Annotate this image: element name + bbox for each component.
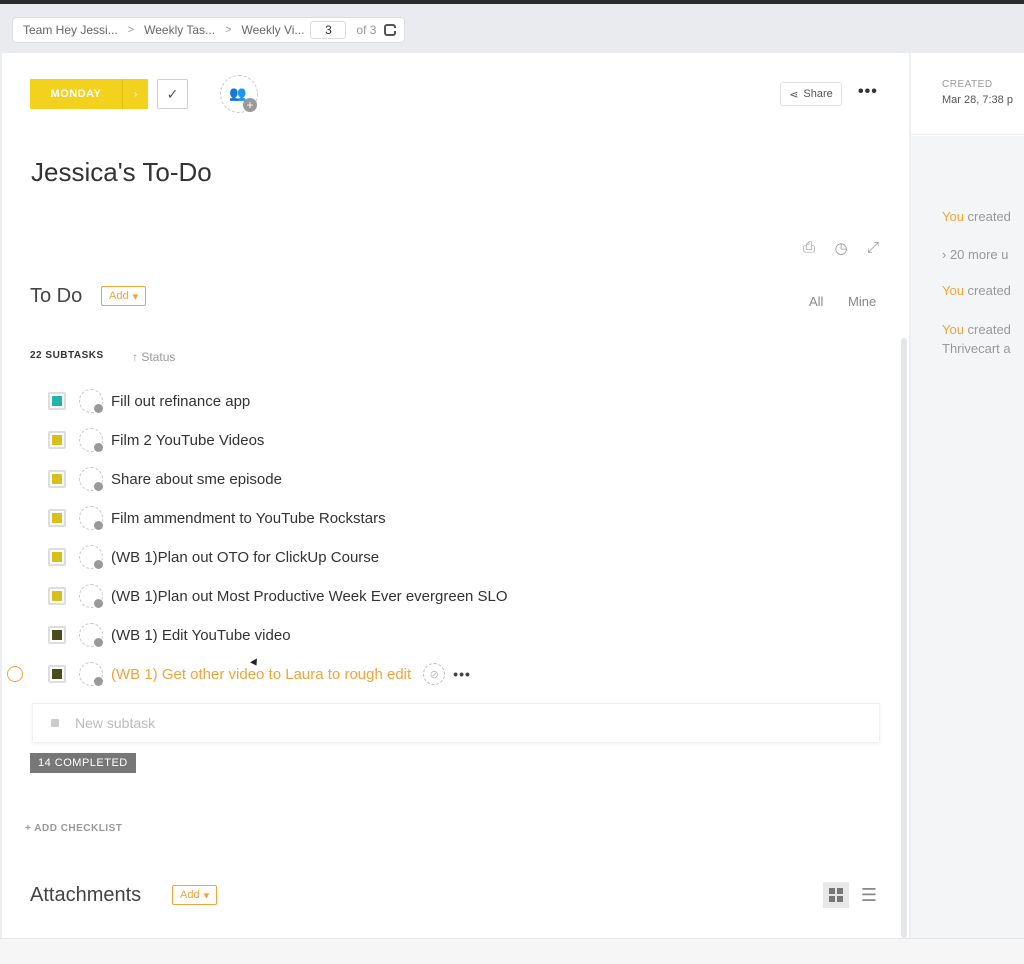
assignee-avatar-icon[interactable] xyxy=(79,389,103,413)
status-square-icon[interactable] xyxy=(48,509,66,527)
assignee-avatar-icon[interactable] xyxy=(79,584,103,608)
section-title: To Do xyxy=(30,285,83,307)
subtask-row[interactable]: Share about sme episode xyxy=(48,466,282,492)
attachments-title: Attachments xyxy=(30,884,142,906)
more-options-icon[interactable]: ••• xyxy=(858,83,878,101)
add-checklist-button[interactable]: + ADD CHECKLIST xyxy=(25,823,122,834)
tag-icon[interactable]: ⊘ xyxy=(423,663,446,685)
subtask-label[interactable]: (WB 1)Plan out Most Productive Week Ever… xyxy=(111,588,508,605)
assignee-avatar-icon[interactable] xyxy=(79,428,103,452)
task-main-panel: MONDAY › ✓ 👥 + ⋖ Share ••• Jessica's To-… xyxy=(2,53,909,938)
filter-all[interactable]: All xyxy=(809,294,823,309)
assignee-avatar-icon[interactable] xyxy=(79,506,103,530)
activity-item: You created xyxy=(942,283,1011,298)
page-number-input[interactable]: 3 xyxy=(310,21,347,39)
assignee-avatar-icon[interactable] xyxy=(79,467,103,491)
status-square-icon[interactable] xyxy=(48,587,66,605)
filter-mine[interactable]: Mine xyxy=(848,294,876,309)
breadcrumb-item-tasks[interactable]: Weekly Tas... xyxy=(144,23,215,37)
list-icon: ☰ xyxy=(860,884,878,905)
chevron-right-icon[interactable]: › xyxy=(122,79,148,109)
subtask-label[interactable]: Fill out refinance app xyxy=(111,393,250,410)
breadcrumb-item-list[interactable]: Weekly Vi... xyxy=(242,23,305,37)
assignee-avatar-icon[interactable] xyxy=(79,662,103,686)
created-date: Mar 28, 7:38 p xyxy=(942,94,1013,106)
list-view-button[interactable]: ☰ xyxy=(856,882,882,908)
add-label: Add xyxy=(180,889,200,901)
scrollbar[interactable] xyxy=(901,338,907,938)
share-label: Share xyxy=(803,88,833,100)
activity-feed: You created › 20 more u You created You … xyxy=(911,136,1024,938)
breadcrumb-item-team[interactable]: Team Hey Jessi... xyxy=(23,23,118,37)
chevron-right-icon: > xyxy=(127,24,135,36)
subtask-row[interactable]: (WB 1)Plan out Most Productive Week Ever… xyxy=(48,583,508,609)
status-square-icon xyxy=(51,719,59,727)
activity-panel: CREATED Mar 28, 7:38 p You created › 20 … xyxy=(911,53,1024,938)
subtask-row[interactable]: Film 2 YouTube Videos xyxy=(48,427,264,453)
subtask-label[interactable]: (WB 1) Get other video to Laura to rough… xyxy=(111,666,411,683)
activity-item: You created xyxy=(942,209,1011,224)
status-square-icon[interactable] xyxy=(48,392,66,410)
status-square-icon[interactable] xyxy=(48,431,66,449)
bottom-bar xyxy=(0,938,1024,964)
status-square-icon[interactable] xyxy=(48,665,66,683)
checkmark-icon: ✓ xyxy=(166,85,179,102)
task-title[interactable]: Jessica's To-Do xyxy=(31,157,212,188)
grid-view-button[interactable] xyxy=(823,882,849,908)
page-count: of 3 xyxy=(356,23,377,37)
new-subtask-placeholder: New subtask xyxy=(75,715,156,731)
exit-icon[interactable] xyxy=(384,24,399,36)
more-updates-link[interactable]: › 20 more u xyxy=(942,247,1008,262)
sort-by-status[interactable]: ↑ Status xyxy=(132,350,175,364)
status-square-icon[interactable] xyxy=(48,626,66,644)
status-square-icon[interactable] xyxy=(48,470,66,488)
caret-down-icon: ▾ xyxy=(132,290,139,303)
arrow-up-icon: ↑ xyxy=(132,350,138,364)
subtasks-count: 22 SUBTASKS xyxy=(30,350,104,361)
history-icon[interactable]: ◷ xyxy=(832,239,850,257)
subtask-label[interactable]: Film 2 YouTube Videos xyxy=(111,432,264,449)
subtask-label[interactable]: (WB 1) Edit YouTube video xyxy=(111,627,291,644)
assignee-button[interactable]: 👥 + xyxy=(220,75,258,113)
attachments-add-button[interactable]: Add ▾ xyxy=(172,885,218,905)
breadcrumb: Team Hey Jessi... > Weekly Tas... > Week… xyxy=(12,17,406,43)
assignee-avatar-icon[interactable] xyxy=(79,545,103,569)
subtask-row[interactable]: (WB 1)Plan out OTO for ClickUp Course xyxy=(48,544,379,570)
completed-badge[interactable]: 14 COMPLETED xyxy=(30,753,136,773)
status-button[interactable]: MONDAY › xyxy=(30,79,148,109)
complete-button[interactable]: ✓ xyxy=(157,79,188,109)
subtask-row[interactable]: Film ammendment to YouTube Rockstars xyxy=(48,505,386,531)
share-button[interactable]: ⋖ Share xyxy=(780,82,842,106)
activity-item-detail: Thrivecart a xyxy=(942,341,1011,356)
subtask-row[interactable]: (WB 1) Get other video to Laura to rough… xyxy=(48,661,471,687)
sort-label: Status xyxy=(141,350,176,364)
task-tools: ⎙ ◷ ⤢ xyxy=(800,239,882,257)
expand-icon[interactable]: ⤢ xyxy=(864,239,882,257)
subtask-label[interactable]: Share about sme episode xyxy=(111,471,282,488)
created-label: CREATED xyxy=(942,79,993,90)
more-options-icon[interactable]: ••• xyxy=(453,666,471,682)
status-square-icon[interactable] xyxy=(48,548,66,566)
created-info: CREATED Mar 28, 7:38 p xyxy=(911,53,1024,135)
share-icon: ⋖ xyxy=(789,88,799,101)
subtask-label[interactable]: Film ammendment to YouTube Rockstars xyxy=(111,510,386,527)
new-subtask-input[interactable]: New subtask xyxy=(32,703,880,743)
subtask-row[interactable]: Fill out refinance app xyxy=(48,388,250,414)
drag-handle-circle[interactable] xyxy=(7,666,23,682)
add-button[interactable]: Add ▾ xyxy=(101,286,147,306)
assignee-avatar-icon[interactable] xyxy=(79,623,103,647)
add-label: Add xyxy=(109,290,129,302)
activity-item: You created xyxy=(942,322,1011,337)
caret-down-icon: ▾ xyxy=(203,889,210,902)
top-bar: Team Hey Jessi... > Weekly Tas... > Week… xyxy=(0,0,1024,53)
chevron-right-icon: > xyxy=(225,24,232,36)
subtask-label[interactable]: (WB 1)Plan out OTO for ClickUp Course xyxy=(111,549,379,566)
subtask-row[interactable]: (WB 1) Edit YouTube video xyxy=(48,622,291,648)
grid-icon xyxy=(829,888,843,902)
plus-icon: + xyxy=(243,98,257,112)
print-icon[interactable]: ⎙ xyxy=(800,239,818,257)
status-label[interactable]: MONDAY xyxy=(30,79,122,109)
